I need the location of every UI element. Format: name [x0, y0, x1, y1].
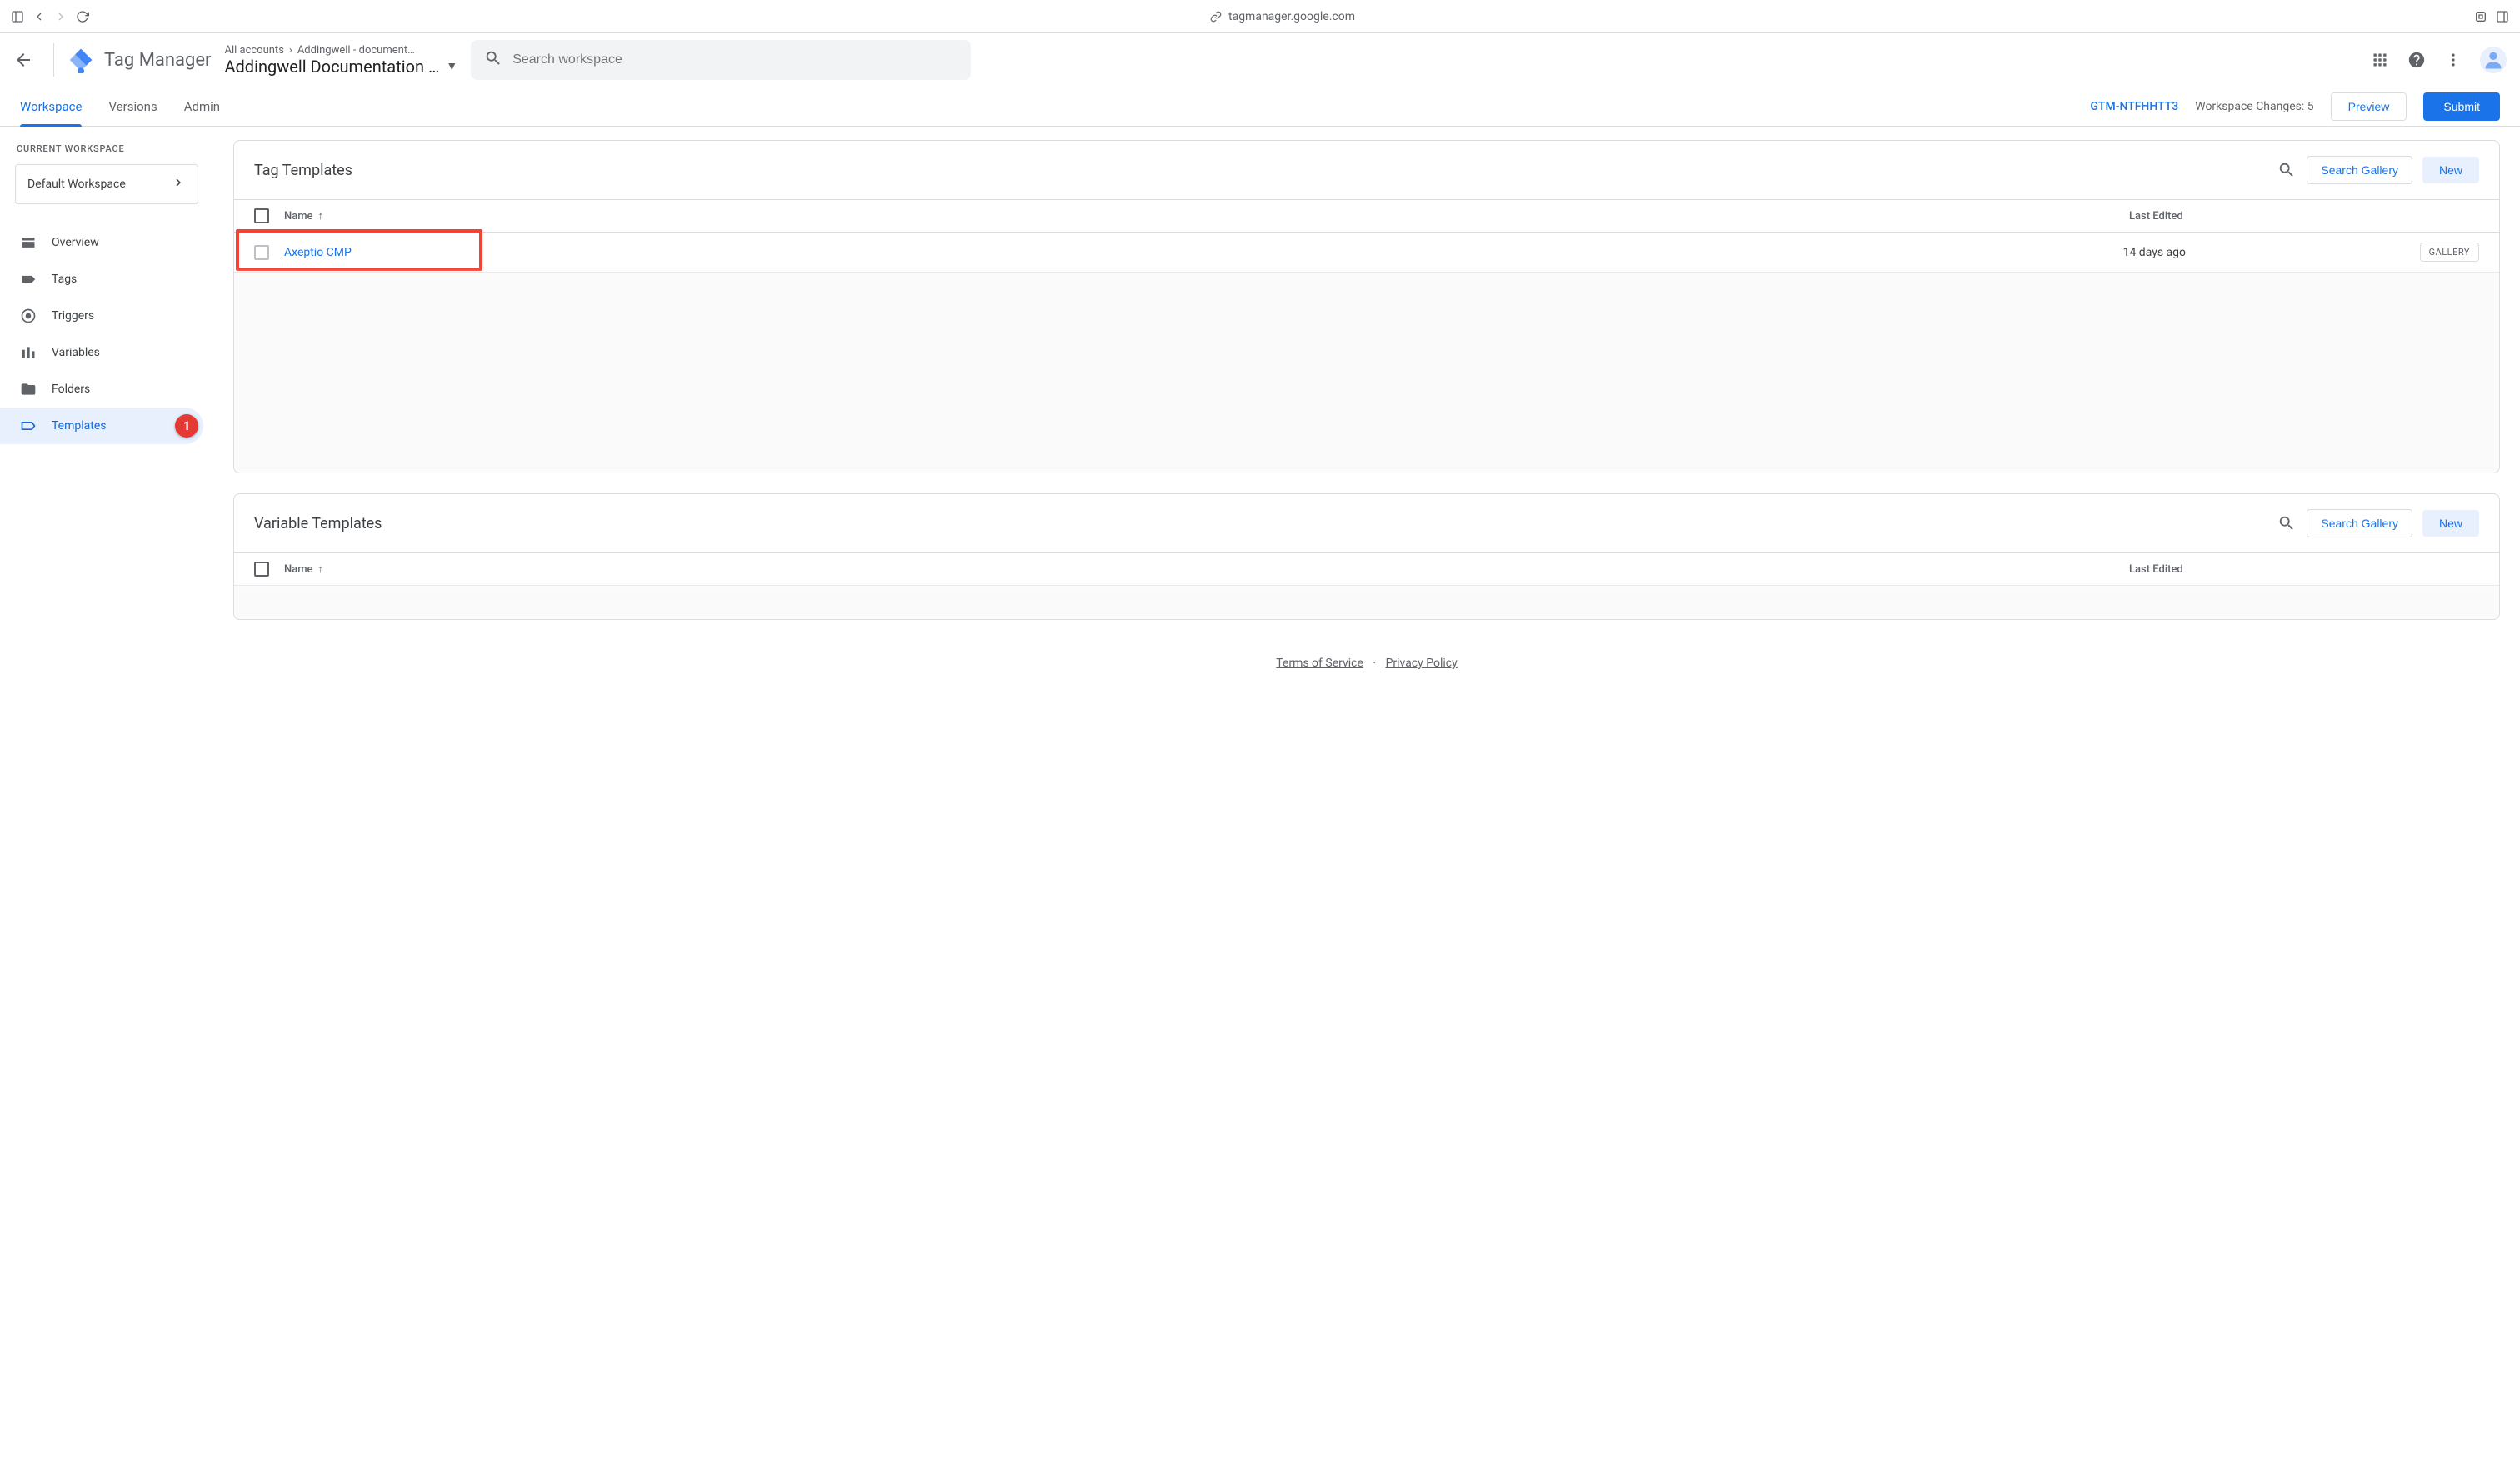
triggers-icon [20, 308, 37, 324]
gallery-badge: GALLERY [2420, 242, 2479, 262]
workspace-selector[interactable]: Default Workspace [15, 164, 198, 204]
sidebar-toggle-icon[interactable] [10, 9, 25, 24]
blurred-rows [234, 586, 2499, 619]
select-all-checkbox[interactable] [254, 562, 269, 577]
workspace-name: Default Workspace [28, 178, 126, 191]
sidebar-item-label: Variables [52, 346, 100, 359]
tabs-icon[interactable] [2495, 9, 2510, 24]
templates-icon [20, 418, 37, 434]
content-area: Tag Templates Search Gallery New Name ↑ … [213, 127, 2520, 710]
tos-link[interactable]: Terms of Service [1276, 657, 1363, 670]
container-dropdown-icon[interactable]: ▼ [446, 59, 458, 73]
col-last-edited[interactable]: Last Edited [2129, 210, 2479, 222]
browser-chrome: tagmanager.google.com [0, 0, 2520, 33]
col-name[interactable]: Name ↑ [284, 562, 2116, 576]
sidebar-item-folders[interactable]: Folders [0, 371, 213, 408]
tags-icon [20, 271, 37, 288]
sidebar-item-label: Overview [52, 236, 99, 249]
sidebar-item-label: Triggers [52, 309, 94, 322]
tab-versions[interactable]: Versions [108, 88, 157, 126]
sidebar-item-label: Folders [52, 382, 90, 396]
search-icon[interactable] [2277, 160, 2297, 180]
gtm-logo-icon [68, 47, 94, 73]
container-name: Addingwell Documentation … [224, 57, 439, 77]
app-header: Tag Manager All accounts › Addingwell - … [0, 33, 2520, 87]
search-icon[interactable] [2277, 513, 2297, 533]
card-title: Variable Templates [254, 515, 2267, 532]
nav-forward-icon [53, 9, 68, 24]
divider [53, 43, 54, 77]
chevron-right-icon [171, 175, 186, 193]
table-row[interactable]: Axeptio CMP 14 days ago GALLERY 2 [234, 232, 2499, 272]
url-text[interactable]: tagmanager.google.com [1228, 10, 1355, 23]
sidebar-item-variables[interactable]: Variables [0, 334, 213, 371]
breadcrumb-all-accounts[interactable]: All accounts [224, 44, 283, 57]
search-icon [484, 49, 502, 71]
link-icon [1208, 9, 1223, 24]
help-icon[interactable] [2407, 50, 2427, 70]
tabs-bar: Workspace Versions Admin GTM-NTFHHTT3 Wo… [0, 87, 2520, 127]
folders-icon [20, 381, 37, 398]
sidebar-item-overview[interactable]: Overview [0, 224, 213, 261]
submit-button[interactable]: Submit [2423, 92, 2500, 121]
container-id[interactable]: GTM-NTFHHTT3 [2090, 100, 2178, 113]
col-name[interactable]: Name ↑ [284, 209, 2116, 222]
sidebar: CURRENT WORKSPACE Default Workspace Over… [0, 127, 213, 710]
sidebar-item-label: Templates [52, 419, 107, 432]
sidebar-item-templates[interactable]: Templates 1 [0, 408, 203, 444]
new-button[interactable]: New [2422, 157, 2479, 183]
sort-asc-icon: ↑ [318, 209, 324, 222]
overview-icon [20, 234, 37, 251]
search-gallery-button[interactable]: Search Gallery [2307, 156, 2412, 184]
variable-templates-card: Variable Templates Search Gallery New Na… [233, 493, 2500, 620]
tab-admin[interactable]: Admin [184, 88, 220, 126]
new-button[interactable]: New [2422, 510, 2479, 537]
footer: Terms of Service · Privacy Policy [233, 640, 2500, 687]
tab-workspace[interactable]: Workspace [20, 88, 82, 126]
row-checkbox[interactable] [254, 245, 269, 260]
back-button[interactable] [13, 50, 33, 70]
sidebar-item-tags[interactable]: Tags [0, 261, 213, 298]
nav-back-icon[interactable] [32, 9, 47, 24]
workspace-changes: Workspace Changes: 5 [2195, 100, 2313, 113]
current-workspace-label: CURRENT WORKSPACE [0, 143, 213, 164]
breadcrumb-account[interactable]: Addingwell - document… [298, 44, 415, 57]
product-logo-area[interactable]: Tag Manager [68, 47, 211, 73]
product-name: Tag Manager [104, 50, 211, 71]
privacy-link[interactable]: Privacy Policy [1386, 657, 1458, 670]
sort-asc-icon: ↑ [318, 562, 324, 576]
breadcrumb-block[interactable]: All accounts › Addingwell - document… Ad… [224, 44, 458, 77]
apps-icon[interactable] [2370, 50, 2390, 70]
row-name-link[interactable]: Axeptio CMP [284, 246, 2110, 259]
row-last-edited: 14 days ago [2123, 246, 2407, 259]
blurred-rows [234, 272, 2499, 472]
variables-icon [20, 344, 37, 361]
tag-templates-card: Tag Templates Search Gallery New Name ↑ … [233, 140, 2500, 473]
sidebar-item-label: Tags [52, 272, 77, 286]
more-icon[interactable] [2443, 50, 2463, 70]
card-title: Tag Templates [254, 162, 2267, 179]
table-header: Name ↑ Last Edited [234, 199, 2499, 232]
annotation-badge-1: 1 [175, 414, 198, 438]
select-all-checkbox[interactable] [254, 208, 269, 223]
table-header: Name ↑ Last Edited [234, 552, 2499, 586]
col-last-edited[interactable]: Last Edited [2129, 563, 2479, 576]
extensions-icon[interactable] [2473, 9, 2488, 24]
search-box[interactable] [471, 40, 971, 80]
search-gallery-button[interactable]: Search Gallery [2307, 509, 2412, 538]
reload-icon[interactable] [75, 9, 90, 24]
sidebar-item-triggers[interactable]: Triggers [0, 298, 213, 334]
search-input[interactable] [512, 52, 958, 68]
avatar[interactable] [2480, 47, 2507, 73]
preview-button[interactable]: Preview [2331, 92, 2408, 121]
chevron-right-icon: › [289, 44, 292, 57]
